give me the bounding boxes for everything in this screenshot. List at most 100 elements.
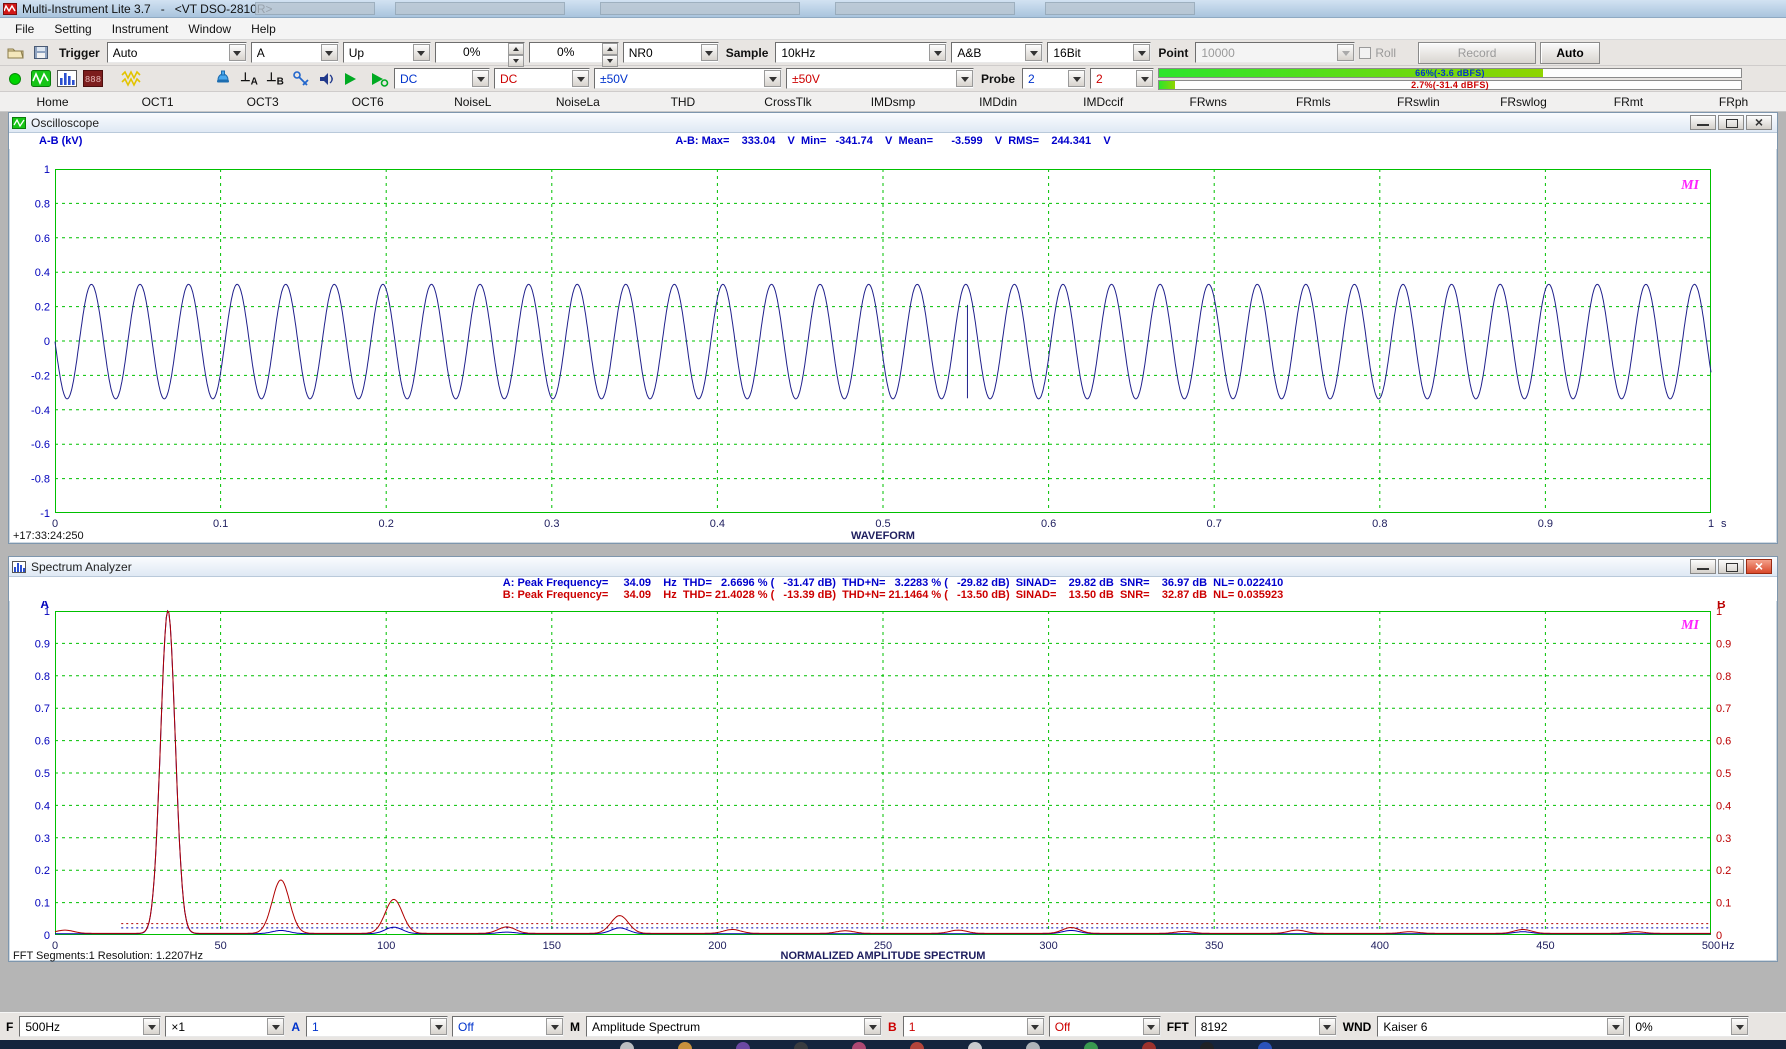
chevron-down-icon[interactable]	[1133, 44, 1150, 61]
spin-up-icon[interactable]	[508, 43, 524, 55]
trigger-source-combo[interactable]: A	[251, 42, 339, 63]
taskbar-icon[interactable]	[620, 1042, 634, 1049]
chevron-down-icon[interactable]	[1025, 44, 1042, 61]
taskbar-icon[interactable]	[1026, 1042, 1040, 1049]
run-indicator-icon[interactable]	[4, 69, 26, 89]
chevron-down-icon[interactable]	[321, 44, 338, 61]
tab-oct1[interactable]: OCT1	[105, 92, 210, 111]
tab-frswlog[interactable]: FRswlog	[1471, 92, 1576, 111]
probe-a-combo[interactable]: 2	[1022, 68, 1086, 89]
close-button[interactable]	[1746, 559, 1772, 574]
play-icon[interactable]	[342, 69, 364, 89]
tab-frmt[interactable]: FRmt	[1576, 92, 1681, 111]
tab-imddin[interactable]: IMDdin	[946, 92, 1051, 111]
taskbar-icon[interactable]	[678, 1042, 692, 1049]
a-option-combo[interactable]: Off	[452, 1016, 564, 1037]
auto-button[interactable]: Auto	[1540, 42, 1600, 64]
taskbar-icon[interactable]	[1142, 1042, 1156, 1049]
chevron-down-icon[interactable]	[413, 44, 430, 61]
chevron-down-icon[interactable]	[956, 70, 973, 87]
taskbar-icon[interactable]	[736, 1042, 750, 1049]
taskbar-icon[interactable]	[794, 1042, 808, 1049]
trigger-edge-combo[interactable]: Up	[343, 42, 431, 63]
tab-frswlin[interactable]: FRswlin	[1366, 92, 1471, 111]
menu-file[interactable]: File	[6, 20, 43, 38]
multiplier-combo[interactable]: ×1	[165, 1016, 285, 1037]
trigger-level-spinner[interactable]: 0%	[435, 42, 525, 63]
tab-frph[interactable]: FRph	[1681, 92, 1786, 111]
chevron-down-icon[interactable]	[929, 44, 946, 61]
taskbar-icon[interactable]	[1200, 1042, 1214, 1049]
overlap-combo[interactable]: 0%	[1629, 1016, 1749, 1037]
restore-button[interactable]	[1718, 115, 1744, 130]
channels-combo[interactable]: A&B	[951, 42, 1043, 63]
chevron-down-icon[interactable]	[1027, 1018, 1044, 1035]
signal-generator-icon[interactable]	[120, 69, 142, 89]
taskbar-icon[interactable]	[968, 1042, 982, 1049]
menu-help[interactable]: Help	[242, 20, 285, 38]
spin-down-icon[interactable]	[602, 55, 618, 67]
tab-home[interactable]: Home	[0, 92, 105, 111]
menu-setting[interactable]: Setting	[45, 20, 100, 38]
multimeter-icon[interactable]: 888	[82, 69, 104, 89]
restore-button[interactable]	[1718, 559, 1744, 574]
chevron-down-icon[interactable]	[1136, 70, 1153, 87]
sample-rate-combo[interactable]: 10kHz	[775, 42, 947, 63]
menu-instrument[interactable]: Instrument	[103, 20, 178, 38]
b-option-combo[interactable]: Off	[1049, 1016, 1161, 1037]
calibration-icon[interactable]	[212, 69, 234, 89]
noise-rejection-combo[interactable]: NR0	[623, 42, 719, 63]
spectrum-titlebar[interactable]: Spectrum Analyzer	[9, 557, 1777, 577]
chevron-down-icon[interactable]	[1731, 1018, 1748, 1035]
menu-window[interactable]: Window	[179, 20, 240, 38]
tab-noisela[interactable]: NoiseLa	[525, 92, 630, 111]
chevron-down-icon[interactable]	[1319, 1018, 1336, 1035]
chevron-down-icon[interactable]	[472, 70, 489, 87]
oscilloscope-titlebar[interactable]: Oscilloscope	[9, 113, 1777, 133]
ground-a-icon[interactable]: ⊥A	[238, 69, 260, 89]
frequency-combo[interactable]: 500Hz	[19, 1016, 161, 1037]
tab-noisel[interactable]: NoiseL	[420, 92, 525, 111]
open-icon[interactable]	[4, 43, 26, 63]
a-value-combo[interactable]: 1	[306, 1016, 448, 1037]
trigger-mode-combo[interactable]: Auto	[107, 42, 247, 63]
spin-up-icon[interactable]	[602, 43, 618, 55]
tab-oct3[interactable]: OCT3	[210, 92, 315, 111]
mode-combo[interactable]: Amplitude Spectrum	[586, 1016, 882, 1037]
window-function-combo[interactable]: Kaiser 6	[1377, 1016, 1625, 1037]
tab-frmls[interactable]: FRmls	[1261, 92, 1366, 111]
taskbar-icon[interactable]	[910, 1042, 924, 1049]
tab-crosstlk[interactable]: CrossTlk	[735, 92, 840, 111]
minimize-button[interactable]	[1690, 115, 1716, 130]
chevron-down-icon[interactable]	[546, 1018, 563, 1035]
minimize-button[interactable]	[1690, 559, 1716, 574]
resolution-combo[interactable]: 16Bit	[1047, 42, 1151, 63]
tab-oct6[interactable]: OCT6	[315, 92, 420, 111]
tab-frwns[interactable]: FRwns	[1156, 92, 1261, 111]
spectrum-analyzer-icon[interactable]	[56, 69, 78, 89]
chevron-down-icon[interactable]	[229, 44, 246, 61]
taskbar-icon[interactable]	[852, 1042, 866, 1049]
chevron-down-icon[interactable]	[267, 1018, 284, 1035]
chevron-down-icon[interactable]	[430, 1018, 447, 1035]
chevron-down-icon[interactable]	[572, 70, 589, 87]
coupling-a-combo[interactable]: DC	[394, 68, 490, 89]
chevron-down-icon[interactable]	[143, 1018, 160, 1035]
taskbar-icon[interactable]	[1258, 1042, 1272, 1049]
tab-imdsmp[interactable]: IMDsmp	[841, 92, 946, 111]
spectrum-plot[interactable]: 050100150200250300350400450500000.10.10.…	[9, 601, 1777, 963]
chevron-down-icon[interactable]	[864, 1018, 881, 1035]
chevron-down-icon[interactable]	[701, 44, 718, 61]
spin-down-icon[interactable]	[508, 55, 524, 67]
ground-b-icon[interactable]: ⊥B	[264, 69, 286, 89]
save-icon[interactable]	[30, 43, 52, 63]
speaker-icon[interactable]	[316, 69, 338, 89]
fft-size-combo[interactable]: 8192	[1195, 1016, 1337, 1037]
chevron-down-icon[interactable]	[1068, 70, 1085, 87]
tab-imdccif[interactable]: IMDccif	[1051, 92, 1156, 111]
play-loop-icon[interactable]	[368, 69, 390, 89]
range-b-combo[interactable]: ±50V	[786, 68, 974, 89]
trigger-delay-spinner[interactable]: 0%	[529, 42, 619, 63]
probe-tool-icon[interactable]	[290, 69, 312, 89]
coupling-b-combo[interactable]: DC	[494, 68, 590, 89]
